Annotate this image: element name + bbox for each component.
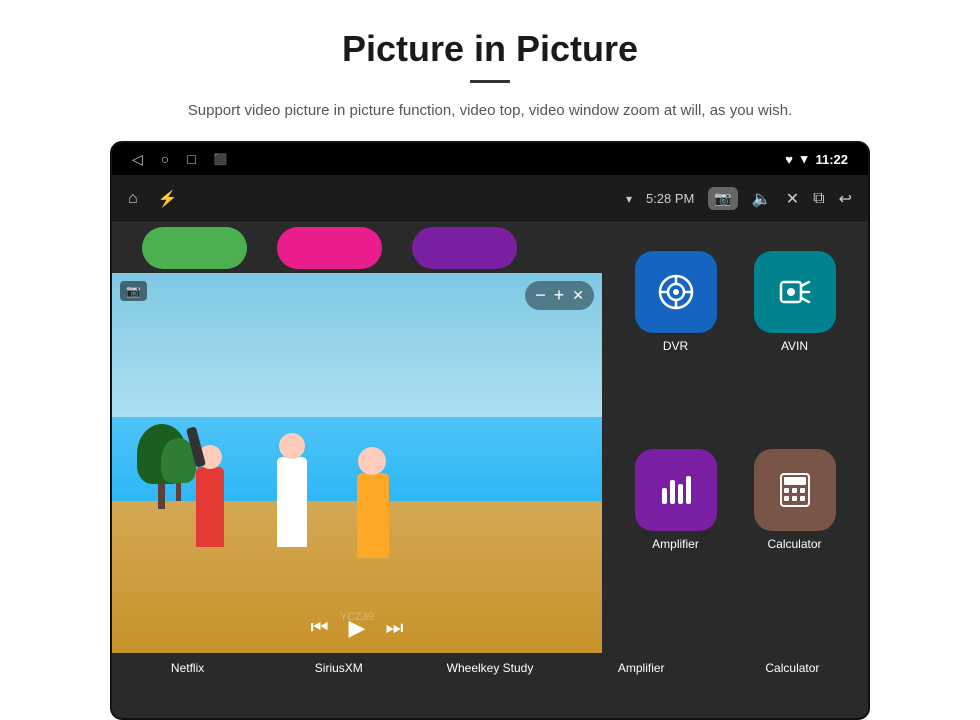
person-2 <box>269 417 319 547</box>
nav-bar: ⌂ ⚡ ▾ 5:28 PM 📷 🔈 ✕ ⧉ ↩ <box>112 175 868 223</box>
rewind-btn[interactable]: ⏮ <box>311 617 329 640</box>
app-grid-section: DVR AVIN <box>602 223 868 653</box>
person-3 <box>347 428 402 558</box>
nav-bar-right: ▾ 5:28 PM 📷 🔈 ✕ ⧉ ↩ <box>626 187 852 210</box>
dvr-icon-box[interactable] <box>635 251 717 333</box>
bottom-wheelkey[interactable]: Wheelkey Study <box>414 661 565 675</box>
header-description: Support video picture in picture functio… <box>80 99 900 123</box>
video-container[interactable]: 📷 − + ✕ ⏮ ▶ ⏭ YCZ39 <box>112 273 602 653</box>
usb-icon[interactable]: ⚡ <box>158 189 178 209</box>
wheelkey-pill[interactable] <box>412 227 517 269</box>
wheelkey-bottom-label: Wheelkey Study <box>447 661 534 675</box>
watermark: YCZ39 <box>340 611 374 623</box>
amplifier-label: Amplifier <box>652 537 699 551</box>
bottom-siriusxm[interactable]: SiriusXM <box>263 661 414 675</box>
bottom-labels-bar: Netflix SiriusXM Wheelkey Study Amplifie… <box>112 653 868 718</box>
pip-minus-btn[interactable]: − <box>535 285 546 306</box>
person-1 <box>186 417 236 547</box>
calculator-bottom-label: Calculator <box>765 661 819 675</box>
avin-icon-box[interactable] <box>754 251 836 333</box>
bottom-amplifier[interactable]: Amplifier <box>566 661 717 675</box>
amplifier-bottom-label: Amplifier <box>618 661 665 675</box>
dvr-label: DVR <box>663 339 688 353</box>
forward-btn[interactable]: ⏭ <box>385 617 403 640</box>
bottom-netflix[interactable]: Netflix <box>112 661 263 675</box>
page-header: Picture in Picture Support video picture… <box>0 0 980 141</box>
video-scene: 📷 − + ✕ ⏮ ▶ ⏭ YCZ39 <box>112 273 602 653</box>
close-window-icon[interactable]: ✕ <box>786 189 799 209</box>
avin-label: AVIN <box>781 339 808 353</box>
status-bar: ◁ ○ □ ⬛ ♥ ▾ 11:22 <box>112 143 868 175</box>
status-bar-right: ♥ ▾ 11:22 <box>785 151 848 167</box>
recents-nav-icon[interactable]: □ <box>187 151 195 167</box>
home-icon[interactable]: ⌂ <box>128 190 138 208</box>
wifi-status-icon: ▾ <box>626 192 632 206</box>
app-icons-grid: DVR AVIN <box>612 243 858 643</box>
volume-icon[interactable]: 🔈 <box>752 189 772 209</box>
amplifier-icon <box>654 468 698 512</box>
avin-icon <box>773 270 817 314</box>
pip-controls[interactable]: − + ✕ <box>525 281 594 310</box>
status-time: 11:22 <box>815 152 848 167</box>
nav-bar-left: ⌂ ⚡ <box>128 189 178 209</box>
menu-nav-icon[interactable]: ⬛ <box>214 153 228 166</box>
window-icon[interactable]: ⧉ <box>813 190 824 208</box>
page-title: Picture in Picture <box>80 28 900 70</box>
siriusxm-bottom-label: SiriusXM <box>315 661 363 675</box>
app-item-calculator[interactable]: Calculator <box>741 449 848 635</box>
camera-active-icon[interactable]: 📷 <box>708 187 737 210</box>
location-icon: ♥ <box>785 152 793 167</box>
pip-plus-btn[interactable]: + <box>554 285 565 306</box>
dvr-icon <box>654 270 698 314</box>
netflix-pill[interactable] <box>142 227 247 269</box>
back-nav-icon[interactable]: ◁ <box>132 151 143 168</box>
calculator-icon <box>773 468 817 512</box>
nav-time: 5:28 PM <box>646 191 694 206</box>
wifi-icon: ▾ <box>801 151 808 167</box>
app-item-avin[interactable]: AVIN <box>741 251 848 437</box>
device-frame: ◁ ○ □ ⬛ ♥ ▾ 11:22 ⌂ ⚡ ▾ 5:28 PM 📷 🔈 ✕ ⧉ … <box>110 141 870 720</box>
pip-camera-indicator: 📷 <box>120 281 147 301</box>
calculator-label: Calculator <box>767 537 821 551</box>
status-bar-left: ◁ ○ □ ⬛ <box>132 151 227 168</box>
siriusxm-pill[interactable] <box>277 227 382 269</box>
top-apps-strip <box>112 223 602 273</box>
bottom-calculator[interactable]: Calculator <box>717 661 868 675</box>
app-item-amplifier[interactable]: Amplifier <box>622 449 729 635</box>
amplifier-icon-box[interactable] <box>635 449 717 531</box>
home-nav-icon[interactable]: ○ <box>161 151 169 167</box>
pip-section: 📷 − + ✕ ⏮ ▶ ⏭ YCZ39 <box>112 223 602 653</box>
netflix-bottom-label: Netflix <box>171 661 204 675</box>
title-divider <box>470 80 510 83</box>
calculator-icon-box[interactable] <box>754 449 836 531</box>
main-content: 📷 − + ✕ ⏮ ▶ ⏭ YCZ39 <box>112 223 868 653</box>
app-item-dvr[interactable]: DVR <box>622 251 729 437</box>
back-icon[interactable]: ↩ <box>839 189 852 209</box>
pip-close-btn[interactable]: ✕ <box>572 287 584 304</box>
